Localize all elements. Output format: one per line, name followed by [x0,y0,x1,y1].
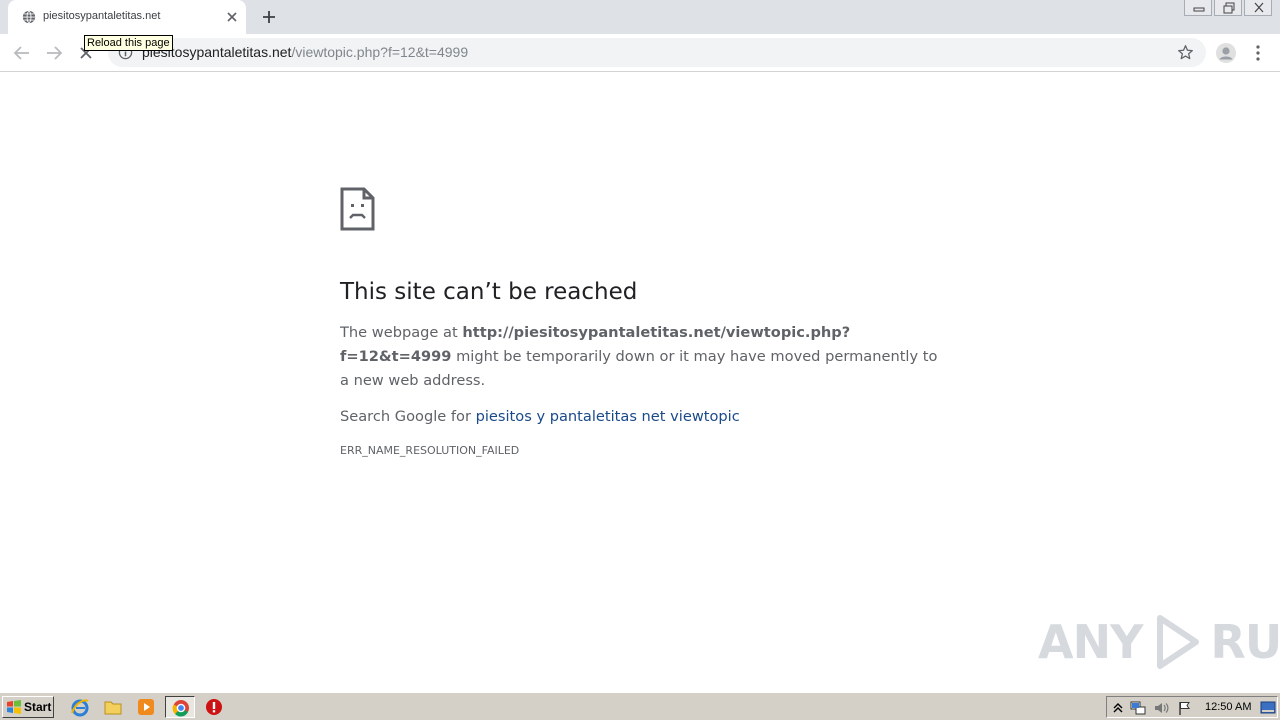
restore-icon [1223,2,1235,14]
play-logo-icon [1157,615,1200,669]
address-bar[interactable]: piesitosypantaletitas.net/viewtopic.php?… [108,38,1206,67]
volume-icon[interactable] [1153,700,1169,716]
network-icon[interactable] [1130,700,1146,716]
minimize-icon [1193,7,1205,12]
reload-tooltip: Reload this page [84,35,173,51]
tab-title: piesitosypantaletitas.net [43,10,161,22]
error-page: This site can’t be reached The webpage a… [340,187,940,457]
start-label: Start [24,700,52,714]
chrome-icon [172,700,189,717]
sad-page-icon [340,187,375,231]
search-suggestion: Search Google for piesitos y pantaletita… [340,407,940,427]
url-text[interactable]: piesitosypantaletitas.net/viewtopic.php?… [142,44,468,60]
error-title: This site can’t be reached [340,279,638,305]
error-description: The webpage at http://piesitosypantaleti… [340,321,940,393]
profile-avatar-icon[interactable] [1215,42,1237,64]
chrome-taskbar-button[interactable] [165,696,195,718]
internet-explorer-icon[interactable] [70,697,90,717]
close-window-button[interactable] [1244,0,1272,16]
back-arrow-icon[interactable] [11,42,33,64]
error-code: ERR_NAME_RESOLUTION_FAILED [340,444,520,457]
new-tab-icon[interactable] [259,7,279,27]
watermark-right: RUN [1210,615,1280,669]
forward-arrow-icon[interactable] [43,42,65,64]
minimize-button[interactable] [1184,0,1212,16]
restore-button[interactable] [1214,0,1242,16]
stop-sign-icon[interactable] [204,697,224,717]
taskbar: Start 12:50 AM [0,692,1280,720]
close-icon [1254,2,1264,13]
anyrun-watermark: ANY RUN [1038,612,1280,672]
system-tray: 12:50 AM [1106,696,1278,718]
media-player-icon[interactable] [136,697,156,717]
globe-icon [22,10,36,24]
folder-icon[interactable] [103,697,123,717]
search-google-link[interactable]: piesitos y pantaletitas net viewtopic [476,408,740,425]
action-center-flag-icon[interactable] [1177,700,1193,716]
show-desktop-icon[interactable] [1260,700,1276,716]
windows-logo-icon [7,700,21,714]
url-path: /viewtopic.php?f=12&t=4999 [291,44,469,60]
close-tab-icon[interactable] [224,9,240,25]
window-controls [1184,0,1272,18]
browser-toolbar: piesitosypantaletitas.net/viewtopic.php?… [0,34,1280,72]
clock[interactable]: 12:50 AM [1205,701,1251,713]
desc-prefix: The webpage at [340,324,463,341]
start-button[interactable]: Start [2,696,54,718]
show-hidden-icons-chevron-icon[interactable] [1110,700,1126,716]
menu-kebab-icon[interactable] [1250,43,1266,63]
bookmark-star-icon[interactable] [1177,44,1194,61]
tab-active[interactable]: piesitosypantaletitas.net [8,0,246,34]
tab-strip: piesitosypantaletitas.net [0,0,1280,34]
search-prefix: Search Google for [340,408,476,425]
watermark-left: ANY [1038,615,1143,669]
